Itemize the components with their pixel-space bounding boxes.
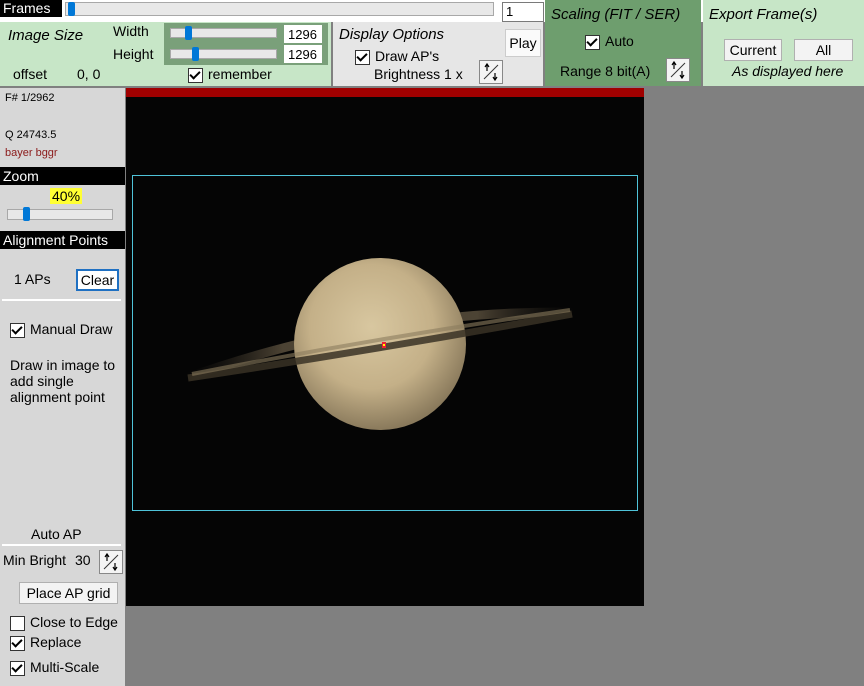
replace-checkbox[interactable]	[10, 635, 25, 651]
updown-arrows-icon	[670, 60, 686, 80]
divider	[2, 544, 121, 546]
draw-aps-label: Draw AP's	[375, 48, 440, 64]
image-viewport[interactable]	[126, 88, 644, 606]
bayer-pattern: bayer bggr	[5, 147, 58, 159]
width-field[interactable]: 1296	[284, 25, 322, 43]
offset-value: 0, 0	[77, 66, 101, 82]
close-to-edge-checkbox-row[interactable]: Close to Edge	[10, 614, 118, 631]
manual-draw-label: Manual Draw	[30, 321, 113, 337]
multi-scale-checkbox-row[interactable]: Multi-Scale	[10, 659, 99, 676]
frame-counter: F# 1/2962	[5, 92, 55, 104]
frame-number-input[interactable]: 1	[502, 2, 544, 22]
multi-scale-checkbox[interactable]	[10, 660, 25, 676]
auto-label: Auto	[605, 33, 634, 49]
remember-checkbox-row[interactable]: remember	[188, 66, 272, 83]
width-slider[interactable]	[170, 26, 277, 40]
replace-label: Replace	[30, 634, 82, 650]
range-label: Range 8 bit(A)	[560, 63, 651, 79]
multi-scale-label: Multi-Scale	[30, 659, 100, 675]
export-note: As displayed here	[732, 63, 844, 79]
export-current-button[interactable]: Current	[724, 39, 782, 61]
size-slider-box: 1296 1296	[164, 23, 328, 65]
frame-slider-thumb[interactable]	[68, 2, 75, 16]
zoom-slider[interactable]	[7, 207, 113, 221]
manual-draw-checkbox-row[interactable]: Manual Draw	[10, 321, 112, 338]
display-options-title: Display Options	[339, 26, 445, 43]
close-to-edge-checkbox[interactable]	[10, 615, 25, 631]
alignment-points-header: Alignment Points	[0, 231, 125, 249]
width-label: Width	[113, 23, 149, 39]
region-of-interest-box[interactable]	[132, 175, 638, 511]
draw-help-text: Draw in image to add single alignment po…	[10, 357, 116, 405]
updown-arrows-icon	[483, 62, 499, 82]
min-bright-value: 30	[75, 552, 91, 568]
range-spinner[interactable]	[666, 58, 690, 82]
auto-checkbox-row[interactable]: Auto	[585, 33, 634, 50]
draw-aps-checkbox[interactable]	[355, 49, 370, 65]
brightness-label: Brightness 1 x	[374, 66, 463, 82]
zoom-header: Zoom	[0, 167, 125, 185]
divider	[2, 299, 121, 301]
remember-checkbox[interactable]	[188, 67, 203, 83]
min-bright-spinner[interactable]	[99, 550, 123, 574]
manual-draw-checkbox[interactable]	[10, 322, 25, 338]
frames-label: Frames	[0, 0, 62, 17]
height-label: Height	[113, 46, 154, 62]
close-to-edge-label: Close to Edge	[30, 614, 118, 630]
brightness-spinner[interactable]	[479, 60, 503, 84]
export-all-button[interactable]: All	[794, 39, 853, 61]
scaling-title: Scaling (FIT / SER)	[551, 6, 681, 23]
auto-ap-title: Auto AP	[31, 526, 82, 542]
min-bright-label: Min Bright	[3, 552, 67, 568]
image-size-title: Image Size	[8, 27, 84, 44]
zoom-value: 40%	[50, 188, 83, 204]
height-slider[interactable]	[170, 47, 277, 61]
width-slider-thumb[interactable]	[185, 26, 192, 40]
zoom-slider-thumb[interactable]	[23, 207, 30, 221]
height-field[interactable]: 1296	[284, 45, 322, 63]
remember-label: remember	[208, 66, 272, 82]
ap-count: 1 APs	[14, 271, 51, 287]
height-slider-thumb[interactable]	[192, 47, 199, 61]
place-ap-grid-button[interactable]: Place AP grid	[19, 582, 118, 604]
updown-arrows-icon	[103, 552, 119, 572]
frame-slider[interactable]	[65, 2, 494, 16]
clear-aps-button[interactable]: Clear	[76, 269, 119, 291]
export-title: Export Frame(s)	[709, 6, 818, 23]
auto-checkbox[interactable]	[585, 34, 600, 50]
draw-aps-checkbox-row[interactable]: Draw AP's	[355, 48, 439, 65]
quality-value: Q 24743.5	[5, 129, 57, 141]
replace-checkbox-row[interactable]: Replace	[10, 634, 81, 651]
play-button[interactable]: Play	[505, 29, 541, 57]
offset-label: offset	[13, 66, 47, 82]
